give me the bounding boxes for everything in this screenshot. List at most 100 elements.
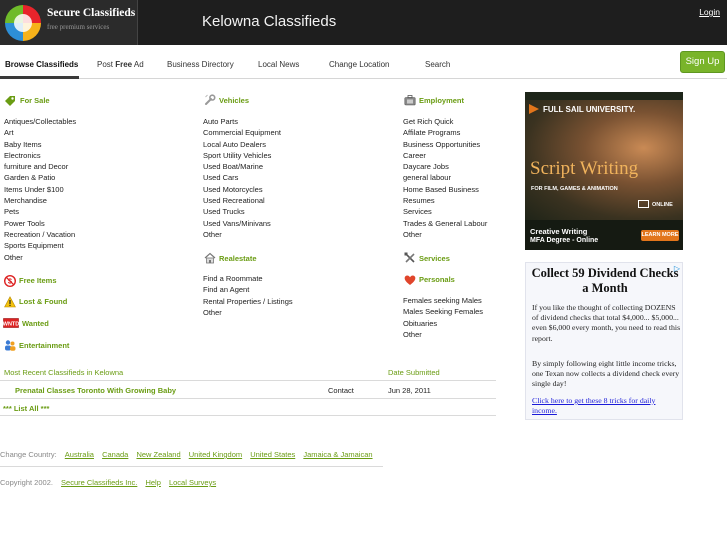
category-personals[interactable]: Personals <box>419 275 455 284</box>
list-item[interactable]: Garden & Patio <box>4 172 76 183</box>
list-item[interactable]: Used Motorcycles <box>203 184 281 195</box>
nav-change-location[interactable]: Change Location <box>329 60 390 69</box>
site-logo[interactable]: Secure Classifieds free premium services <box>0 0 138 45</box>
country-link-united-kingdom[interactable]: United Kingdom <box>189 450 242 459</box>
svg-text:WNTD: WNTD <box>3 322 19 328</box>
list-item[interactable]: Obituaries <box>403 318 483 329</box>
list-item[interactable]: Auto Parts <box>203 116 281 127</box>
ad-link[interactable]: Click here to get these 8 tricks for dai… <box>532 396 682 416</box>
sign-up-button[interactable]: Sign Up <box>680 51 725 73</box>
list-item[interactable]: Affilate Programs <box>403 127 487 138</box>
list-item[interactable]: Recreation / Vacation <box>4 229 76 240</box>
list-item[interactable]: general labour <box>403 172 487 183</box>
list-item[interactable]: furniture and Decor <box>4 161 76 172</box>
list-item[interactable]: Used Trucks <box>203 206 281 217</box>
divider <box>0 380 496 381</box>
list-item[interactable]: Trades & General Labour <box>403 218 487 229</box>
ad-subline: FOR FILM, GAMES & ANIMATION <box>531 186 618 192</box>
footer-link-company[interactable]: Secure Classifieds Inc. <box>61 478 137 487</box>
category-free-items[interactable]: Free Items <box>19 276 57 285</box>
nav-browse-classifieds[interactable]: Browse Classifieds <box>5 60 78 69</box>
category-wanted[interactable]: Wanted <box>22 319 49 328</box>
date-submitted-heading: Date Submitted <box>388 368 440 377</box>
country-link-jamaica[interactable]: Jamaica & Jamaican <box>303 450 372 459</box>
category-vehicles[interactable]: Vehicles <box>219 96 249 105</box>
ad-title: Collect 59 Dividend Checks a Month <box>531 266 679 295</box>
for-sale-list: Antiques/Collectables Art Baby Items Ele… <box>4 116 76 263</box>
list-item[interactable]: Used Vans/Minivans <box>203 218 281 229</box>
list-item[interactable]: Merchandise <box>4 195 76 206</box>
list-item[interactable]: Pets <box>4 206 76 217</box>
list-item[interactable]: Used Recreational <box>203 195 281 206</box>
category-services[interactable]: Services <box>419 254 450 263</box>
list-item[interactable]: Sport Utility Vehicles <box>203 150 281 161</box>
fullsail-ad-banner[interactable]: FULL SAIL UNIVERSITY. Script Writing FOR… <box>525 92 683 250</box>
list-all-link[interactable]: *** List All *** <box>3 404 49 413</box>
category-entertainment[interactable]: Entertainment <box>19 341 69 350</box>
list-item[interactable]: Other <box>403 229 487 240</box>
list-item[interactable]: Items Under $100 <box>4 184 76 195</box>
list-item[interactable]: Used Boat/Marine <box>203 161 281 172</box>
warning-icon <box>4 296 16 308</box>
dividend-ad[interactable]: ▷ Collect 59 Dividend Checks a Month If … <box>525 262 683 420</box>
list-item[interactable]: Services <box>403 206 487 217</box>
recent-ad-contact-link[interactable]: Contact <box>328 386 354 395</box>
list-item[interactable]: Other <box>203 307 293 318</box>
list-item[interactable]: Used Cars <box>203 172 281 183</box>
country-link-new-zealand[interactable]: New Zealand <box>136 450 180 459</box>
heart-icon <box>404 275 416 285</box>
list-item[interactable]: Other <box>403 329 483 340</box>
ad-brand: FULL SAIL UNIVERSITY. <box>543 105 636 114</box>
list-item[interactable]: Daycare Jobs <box>403 161 487 172</box>
list-item[interactable]: Sports Equipment <box>4 240 76 251</box>
list-item[interactable]: Baby Items <box>4 139 76 150</box>
list-item[interactable]: Business Opportunities <box>403 139 487 150</box>
list-item[interactable]: Females seeking Males <box>403 295 483 306</box>
recent-classifieds-heading: Most Recent Classifieds in Kelowna <box>4 368 124 377</box>
login-link[interactable]: Login <box>699 7 720 17</box>
country-link-canada[interactable]: Canada <box>102 450 128 459</box>
list-item[interactable]: Other <box>203 229 281 240</box>
list-item[interactable]: Home Based Business <box>403 184 487 195</box>
logo-tagline: free premium services <box>47 23 110 31</box>
category-employment[interactable]: Employment <box>419 96 464 105</box>
category-realestate[interactable]: Realestate <box>219 254 257 263</box>
personals-list: Females seeking Males Males Seeking Fema… <box>403 295 483 340</box>
list-item[interactable]: Power Tools <box>4 218 76 229</box>
list-item[interactable]: Art <box>4 127 76 138</box>
fullsail-logo-icon <box>529 104 539 114</box>
ad-online-label: ONLINE <box>652 202 673 208</box>
page-title: Kelowna Classifieds <box>202 13 337 30</box>
ad-paragraph: If you like the thought of collecting DO… <box>532 303 681 343</box>
learn-more-button[interactable]: LEARN MORE <box>641 230 679 241</box>
divider <box>0 415 496 416</box>
footer-link-local-surveys[interactable]: Local Surveys <box>169 478 216 487</box>
list-item[interactable]: Males Seeking Females <box>403 306 483 317</box>
list-item[interactable]: Rental Properties / Listings <box>203 296 293 307</box>
list-item[interactable]: Electronics <box>4 150 76 161</box>
list-item[interactable]: Commercial Equipment <box>203 127 281 138</box>
nav-post-free-ad[interactable]: Post Free Ad <box>97 60 144 69</box>
list-item[interactable]: Local Auto Dealers <box>203 139 281 150</box>
recent-ad-date: Jun 28, 2011 <box>388 386 431 395</box>
footer-link-help[interactable]: Help <box>145 478 160 487</box>
list-item[interactable]: Resumes <box>403 195 487 206</box>
divider <box>0 466 383 467</box>
tag-icon <box>5 96 15 106</box>
wrench-icon <box>205 94 216 105</box>
list-item[interactable]: Get Rich Quick <box>403 116 487 127</box>
list-item[interactable]: Career <box>403 150 487 161</box>
nav-business-directory[interactable]: Business Directory <box>167 60 234 69</box>
category-for-sale[interactable]: For Sale <box>20 96 50 105</box>
list-item[interactable]: Antiques/Collectables <box>4 116 76 127</box>
category-lost-found[interactable]: Lost & Found <box>19 297 67 306</box>
country-link-australia[interactable]: Australia <box>65 450 94 459</box>
nav-local-news[interactable]: Local News <box>258 60 299 69</box>
recent-ad-title-link[interactable]: Prenatal Classes Toronto With Growing Ba… <box>15 386 176 395</box>
nav-search[interactable]: Search <box>425 60 450 69</box>
list-item[interactable]: Find an Agent <box>203 284 293 295</box>
country-link-united-states[interactable]: United States <box>250 450 295 459</box>
vehicles-list: Auto Parts Commercial Equipment Local Au… <box>203 116 281 240</box>
list-item[interactable]: Find a Roommate <box>203 273 293 284</box>
list-item[interactable]: Other <box>4 252 76 263</box>
